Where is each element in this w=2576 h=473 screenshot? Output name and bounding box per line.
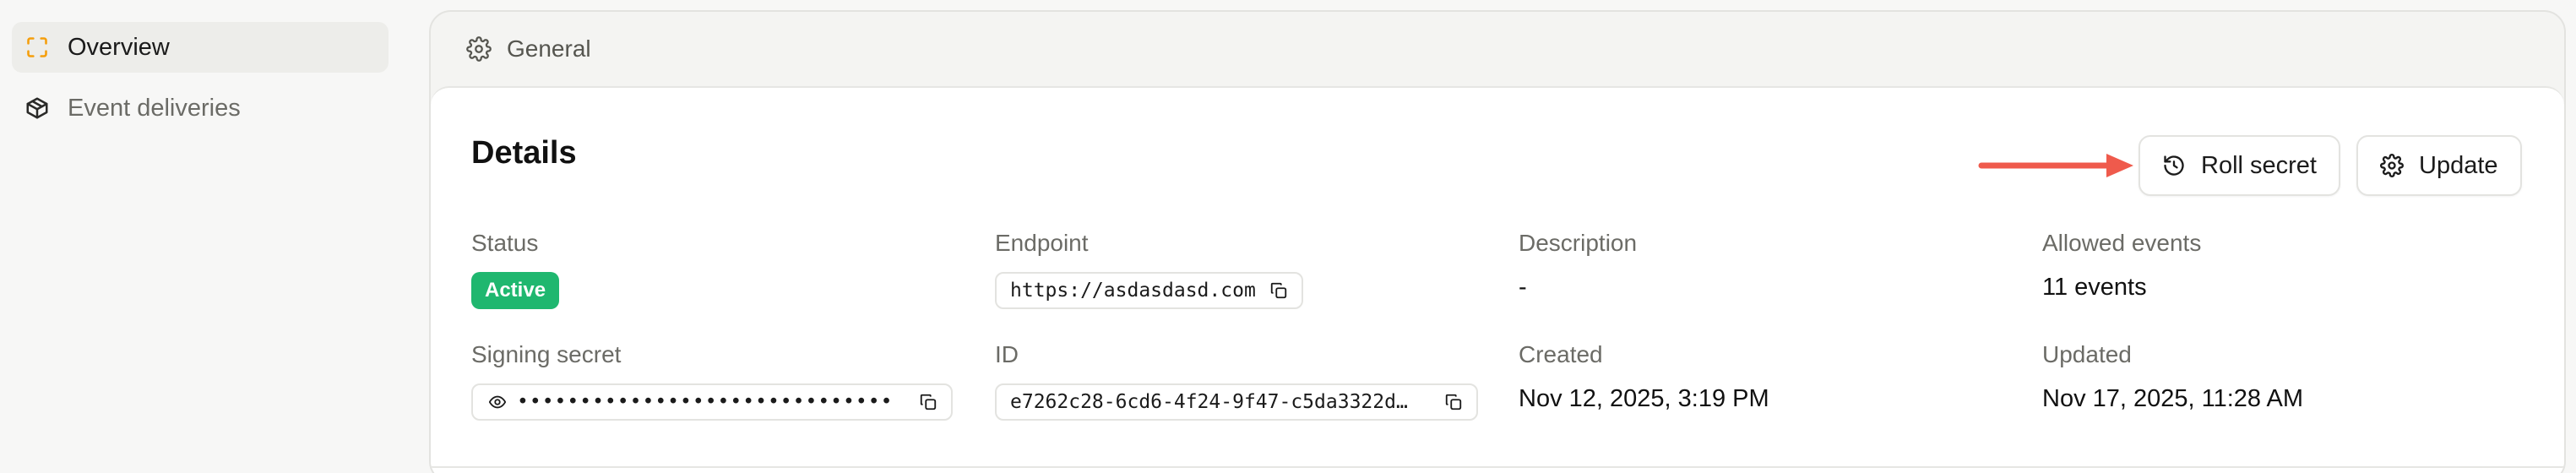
gear-icon <box>465 35 493 63</box>
endpoint-field: Endpoint https://asdasdasd.com <box>995 230 1303 309</box>
update-button[interactable]: Update <box>2356 135 2522 196</box>
endpoint-label: Endpoint <box>995 230 1089 256</box>
updated-field: Updated Nov 17, 2025, 11:28 AM <box>2042 341 2303 413</box>
details-card: Details Roll secret Update Status Active… <box>431 86 2564 473</box>
created-field: Created Nov 12, 2025, 3:19 PM <box>1519 341 1769 413</box>
annotation-arrow-icon <box>1978 154 2133 177</box>
id-label: ID <box>995 341 1019 367</box>
description-field: Description - <box>1519 230 1637 302</box>
divider <box>431 466 2564 468</box>
copy-icon[interactable] <box>917 391 939 413</box>
sidebar-item-event-deliveries[interactable]: Event deliveries <box>12 83 389 133</box>
signing-secret-label: Signing secret <box>471 341 622 367</box>
package-icon <box>24 95 51 122</box>
allowed-events-field: Allowed events 11 events <box>2042 230 2201 302</box>
rotate-icon <box>2160 152 2187 179</box>
panel-header: General <box>431 12 2564 86</box>
id-value-box: e7262c28-6cd6-4f24-9f47-c5da3322d… <box>995 383 1478 421</box>
sidebar-item-overview[interactable]: Overview <box>12 22 389 73</box>
copy-icon[interactable] <box>1443 391 1465 413</box>
signing-secret-box: •••••••••••••••••••••••••••••• <box>471 383 953 421</box>
allowed-events-value: 11 events <box>2042 274 2147 301</box>
sidebar-item-label: Overview <box>68 33 170 61</box>
main-panel: General Details Roll secret Update Statu… <box>429 10 2566 473</box>
allowed-events-label: Allowed events <box>2042 230 2202 256</box>
copy-icon[interactable] <box>1268 280 1290 302</box>
eye-icon[interactable] <box>486 391 508 413</box>
section-title: General <box>507 35 591 62</box>
roll-secret-label: Roll secret <box>2201 151 2317 179</box>
description-value: - <box>1519 274 1527 301</box>
endpoint-value-box: https://asdasdasd.com <box>995 272 1303 309</box>
sidebar: Overview Event deliveries <box>0 0 405 473</box>
id-value: e7262c28-6cd6-4f24-9f47-c5da3322d… <box>1010 391 1408 413</box>
sidebar-item-label: Event deliveries <box>68 94 241 122</box>
page-title: Details <box>471 135 577 171</box>
update-label: Update <box>2419 151 2498 179</box>
id-field: ID e7262c28-6cd6-4f24-9f47-c5da3322d… <box>995 341 1478 421</box>
created-value: Nov 12, 2025, 3:19 PM <box>1519 385 1769 412</box>
updated-value: Nov 17, 2025, 11:28 AM <box>2042 385 2304 412</box>
status-badge: Active <box>471 272 560 309</box>
scan-icon <box>24 34 51 61</box>
updated-label: Updated <box>2042 341 2132 367</box>
status-label: Status <box>471 230 539 256</box>
endpoint-value: https://asdasdasd.com <box>1010 280 1256 302</box>
status-field: Status Active <box>471 230 560 309</box>
description-label: Description <box>1519 230 1638 256</box>
signing-secret-value: •••••••••••••••••••••••••••••• <box>517 391 894 413</box>
roll-secret-button[interactable]: Roll secret <box>2139 135 2340 196</box>
signing-secret-field: Signing secret •••••••••••••••••••••••••… <box>471 341 953 421</box>
created-label: Created <box>1519 341 1603 367</box>
gear-icon <box>2378 152 2405 179</box>
